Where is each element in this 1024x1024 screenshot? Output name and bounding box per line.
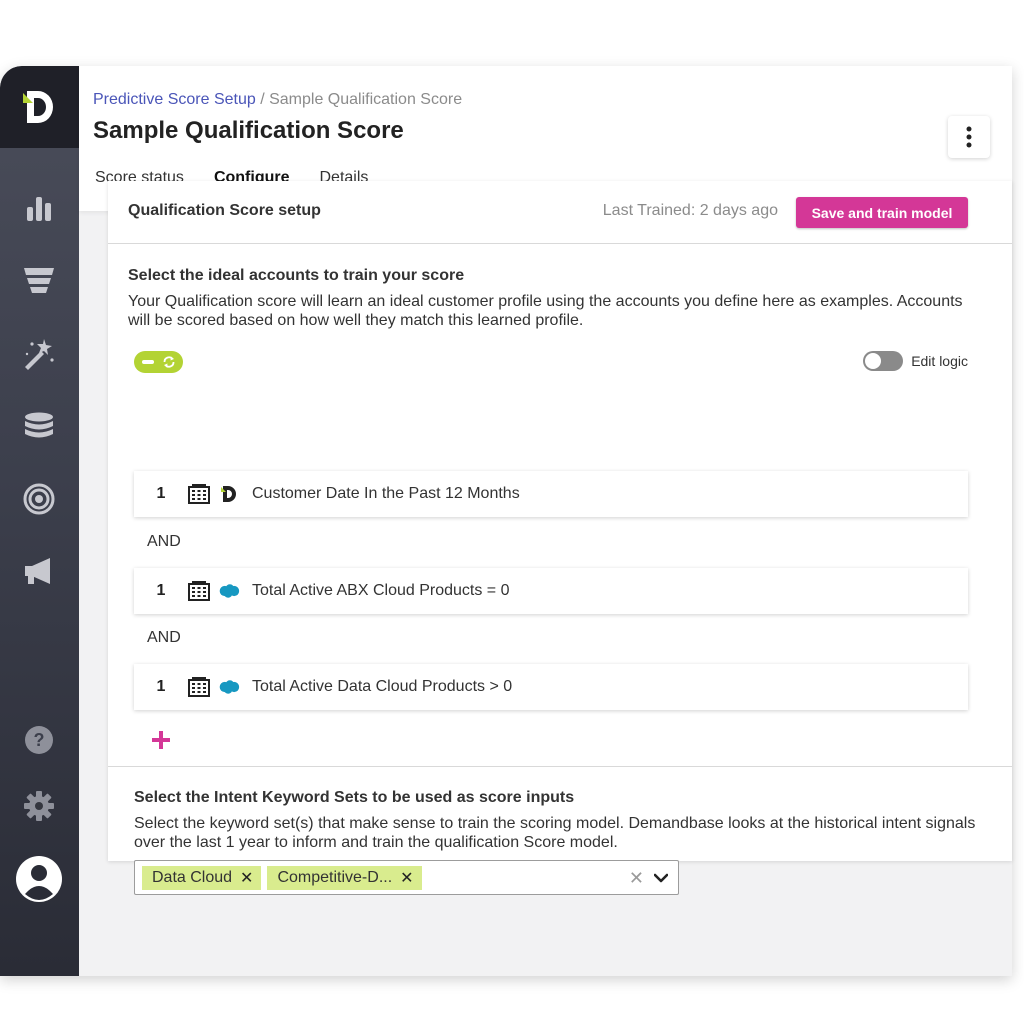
breadcrumb-current: Sample Qualification Score <box>269 91 463 108</box>
breadcrumb-separator: / <box>260 91 265 108</box>
bar-chart-icon[interactable] <box>20 189 58 227</box>
sidebar: ? <box>0 66 79 976</box>
magic-wand-icon[interactable] <box>20 334 58 372</box>
breadcrumb-link[interactable]: Predictive Score Setup <box>93 91 256 108</box>
keyword-set-multiselect[interactable]: Data Cloud ✕ Competitive-D... ✕ ✕ <box>134 860 679 895</box>
help-icon[interactable]: ? <box>20 721 58 759</box>
building-icon <box>188 676 210 698</box>
edit-logic-control: Edit logic <box>863 351 968 371</box>
edit-logic-label: Edit logic <box>911 353 968 369</box>
building-icon <box>188 483 210 505</box>
rule-text: Total Active ABX Cloud Products = 0 <box>252 582 510 599</box>
breadcrumb: Predictive Score Setup / Sample Qualific… <box>93 91 462 109</box>
section-intent-title: Select the Intent Keyword Sets to be use… <box>134 789 575 806</box>
database-icon[interactable] <box>20 408 58 446</box>
rule-count: 1 <box>156 485 166 502</box>
megaphone-icon[interactable] <box>20 552 58 590</box>
rule-count: 1 <box>156 678 166 695</box>
rule-row-2[interactable]: 1 Total Active ABX Cloud Products = 0 <box>134 568 968 614</box>
rule-row-1[interactable]: 1 Customer Date In the Past 12 Months <box>134 471 968 517</box>
rule-count: 1 <box>156 582 166 599</box>
section-divider <box>108 766 1012 767</box>
rule-text: Total Active Data Cloud Products > 0 <box>252 678 513 695</box>
logic-mode-toggle[interactable] <box>134 351 183 373</box>
building-icon <box>188 580 210 602</box>
chip-competitive: Competitive-D... ✕ <box>267 865 422 890</box>
chip-label: Data Cloud <box>152 868 233 886</box>
gear-icon[interactable] <box>20 787 58 825</box>
demandbase-logo[interactable] <box>0 66 79 148</box>
rule-row-3[interactable]: 1 Total Active Data Cloud Products > 0 <box>134 664 968 710</box>
switch-knob <box>865 353 882 369</box>
setup-card: Qualification Score setup Last Trained: … <box>108 181 1012 895</box>
funnel-icon[interactable] <box>20 261 58 299</box>
section-ideal-accounts-title: Select the ideal accounts to train your … <box>128 267 465 284</box>
section-intent-desc: Select the keyword set(s) that make sens… <box>134 815 976 851</box>
plus-icon <box>152 731 170 749</box>
save-and-train-button[interactable]: Save and train model <box>796 197 968 228</box>
demandbase-icon <box>218 483 240 505</box>
chip-label: Competitive-D... <box>277 868 393 886</box>
rule-text: Customer Date In the Past 12 Months <box>252 485 520 502</box>
last-trained-text: Last Trained: 2 days ago <box>602 202 778 219</box>
page-title: Sample Qualification Score <box>93 117 404 144</box>
refresh-icon <box>163 356 175 368</box>
minus-icon <box>142 360 155 364</box>
card-title: Qualification Score setup <box>128 202 321 219</box>
kebab-icon <box>966 126 972 148</box>
salesforce-icon <box>218 580 240 602</box>
more-options-button[interactable] <box>948 116 990 158</box>
section-ideal-accounts-desc: Your Qualification score will learn an i… <box>128 293 963 329</box>
and-connector-2: AND <box>147 629 181 646</box>
chip-data-cloud: Data Cloud ✕ <box>142 865 262 890</box>
and-connector-1: AND <box>147 533 181 550</box>
salesforce-icon <box>218 676 240 698</box>
avatar-icon[interactable] <box>16 856 62 902</box>
clear-selection-icon[interactable]: ✕ <box>629 868 644 889</box>
card-header: Qualification Score setup Last Trained: … <box>108 181 1012 244</box>
chevron-down-icon[interactable] <box>653 870 669 888</box>
chip-remove-icon[interactable]: ✕ <box>400 868 413 888</box>
edit-logic-switch[interactable] <box>863 351 904 371</box>
add-rule-button[interactable] <box>150 729 172 751</box>
target-icon[interactable] <box>20 480 58 518</box>
chip-remove-icon[interactable]: ✕ <box>240 868 253 888</box>
svg-text:?: ? <box>34 730 45 750</box>
